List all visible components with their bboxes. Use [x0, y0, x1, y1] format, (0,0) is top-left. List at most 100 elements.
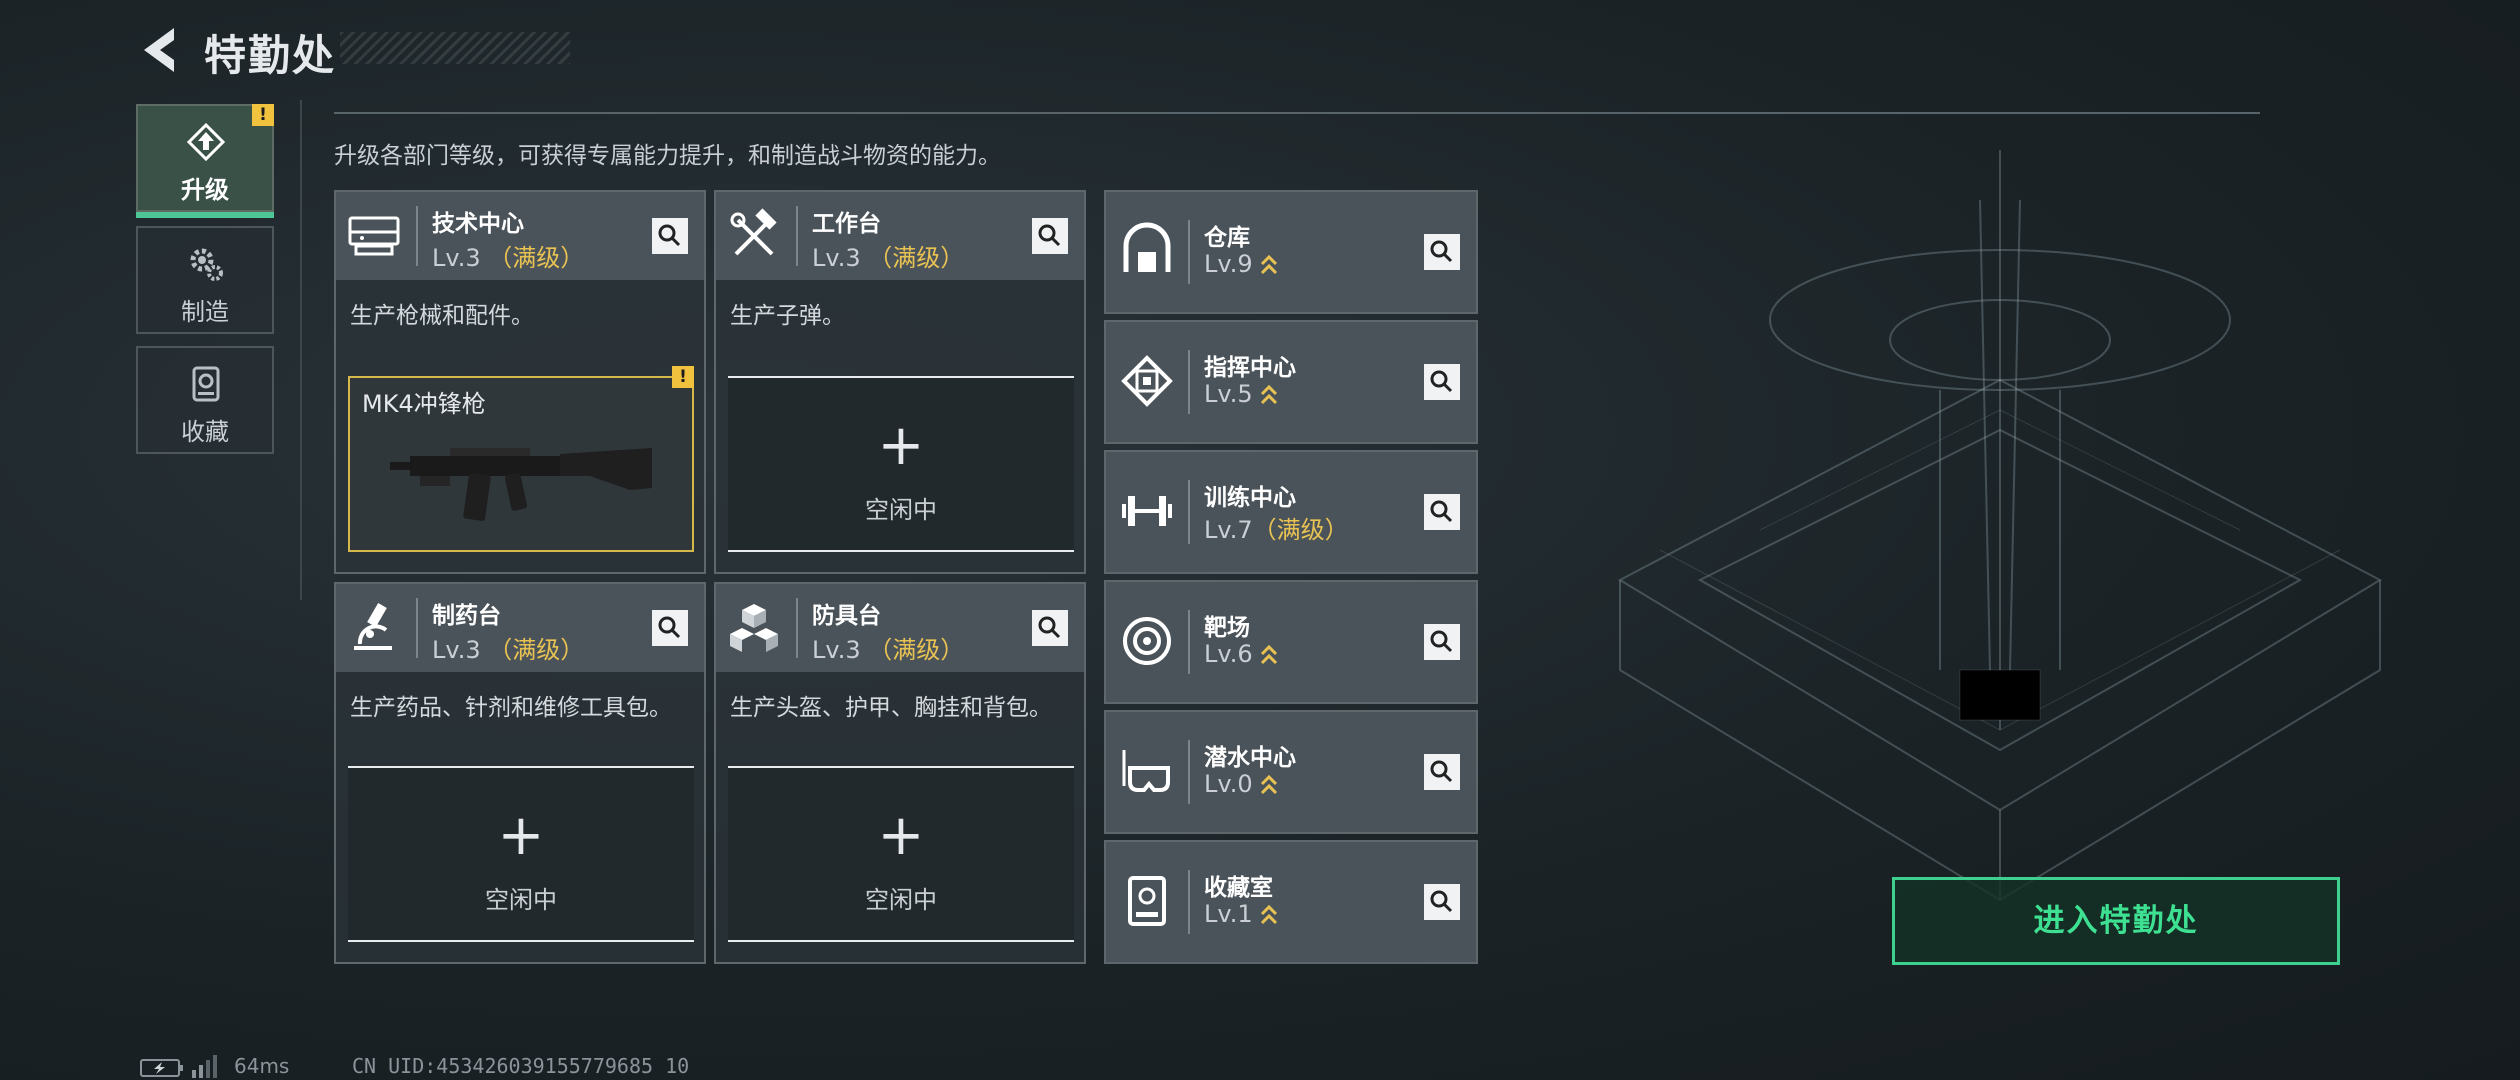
section-description: 升级各部门等级，可获得专属能力提升，和制造战斗物资的能力。: [334, 143, 1001, 169]
building-description: 生产子弹。: [730, 303, 845, 329]
level-value: Lv.3: [432, 636, 481, 664]
facility-level: Lv.0: [1204, 770, 1279, 798]
ping-readout: 64ms: [234, 1054, 290, 1078]
upgrade-available-icon: [1260, 774, 1277, 795]
facility-card-command-center[interactable]: 指挥中心 Lv.5: [1104, 320, 1478, 444]
diving-mask-icon: [1122, 750, 1170, 792]
facility-name: 仓库: [1204, 225, 1250, 251]
crafting-item-name: MK4冲锋枪: [362, 390, 486, 418]
search-icon[interactable]: [652, 610, 688, 646]
max-level-tag: （满级）: [488, 244, 585, 272]
enter-special-ops-button[interactable]: 进入特勤处: [1892, 877, 2340, 965]
search-icon[interactable]: [1424, 364, 1460, 400]
building-description: 生产枪械和配件。: [350, 303, 534, 329]
upgrade-icon: [186, 122, 226, 162]
hammer-wrench-icon: [730, 208, 777, 256]
facility-name: 收藏室: [1204, 875, 1273, 901]
separator: [416, 598, 418, 658]
facility-card-warehouse[interactable]: 仓库 Lv.9: [1104, 190, 1478, 314]
separator: [796, 206, 798, 266]
dumbbell-icon: [1122, 496, 1172, 526]
facility-card-shooting-range[interactable]: 靶场 Lv.6: [1104, 580, 1478, 704]
facility-name: 指挥中心: [1204, 355, 1296, 381]
level-value: Lv.9: [1204, 250, 1253, 278]
microscope-icon: [354, 602, 392, 650]
search-icon[interactable]: [1424, 754, 1460, 790]
search-icon[interactable]: [1032, 218, 1068, 254]
back-arrow-icon[interactable]: [134, 24, 186, 76]
level-value: Lv.1: [1204, 900, 1253, 928]
base-wireframe-scene: [1617, 150, 2383, 902]
building-level: Lv.3 （满级）: [432, 630, 584, 665]
separator: [796, 598, 798, 658]
production-slot-idle[interactable]: + 空闲中: [728, 766, 1074, 942]
search-icon[interactable]: [652, 218, 688, 254]
plus-icon: +: [877, 413, 925, 478]
target-icon: [1123, 617, 1171, 665]
trophy-case-icon: [1128, 876, 1166, 926]
tab-craft-label: 制造: [181, 298, 229, 326]
level-value: Lv.3: [432, 244, 481, 272]
idle-label: 空闲中: [865, 886, 937, 914]
max-level-tag: （满级）: [1252, 516, 1349, 544]
tab-collection-label: 收藏: [181, 418, 229, 446]
collection-icon: [192, 366, 220, 402]
search-icon[interactable]: [1424, 884, 1460, 920]
page-title: 特勤处: [204, 31, 337, 80]
command-chip-icon: [1121, 355, 1173, 407]
battery-icon: [140, 1059, 183, 1077]
enter-button-label: 进入特勤处: [2033, 903, 2199, 939]
facility-name: 训练中心: [1204, 485, 1296, 511]
search-icon[interactable]: [1424, 494, 1460, 530]
building-card-armor-bench[interactable]: 防具台 Lv.3 （满级） 生产头盔、护甲、胸挂和背包。 + 空闲中: [714, 582, 1086, 964]
tab-upgrade-label: 升级: [181, 176, 229, 204]
alert-badge: !: [672, 366, 694, 388]
facility-level: Lv.1: [1204, 900, 1279, 928]
facility-card-diving-center[interactable]: 潜水中心 Lv.0: [1104, 710, 1478, 834]
separator: [1188, 480, 1190, 544]
level-value: Lv.3: [812, 244, 861, 272]
upgrade-available-icon: [1260, 644, 1277, 665]
facility-card-collection-room[interactable]: 收藏室 Lv.1: [1104, 840, 1478, 964]
title-decoration: [340, 32, 570, 64]
building-card-tech-center[interactable]: 技术中心 Lv.3 （满级） 生产枪械和配件。 MK4冲锋枪 !: [334, 190, 706, 574]
search-icon[interactable]: [1424, 624, 1460, 660]
separator: [1188, 870, 1190, 934]
building-level: Lv.3 （满级）: [812, 238, 964, 273]
tab-craft[interactable]: 制造: [136, 226, 274, 334]
level-value: Lv.3: [812, 636, 861, 664]
facility-level: Lv.6: [1204, 640, 1279, 668]
search-icon[interactable]: [1424, 234, 1460, 270]
alert-badge: !: [252, 104, 274, 126]
separator: [1188, 350, 1190, 414]
building-description: 生产头盔、护甲、胸挂和背包。: [730, 695, 1052, 721]
plus-icon: +: [877, 803, 925, 868]
level-value: Lv.7: [1204, 516, 1253, 544]
warehouse-icon: [1123, 222, 1171, 272]
smg-image: [390, 448, 652, 521]
level-value: Lv.5: [1204, 380, 1253, 408]
building-card-pharmacy[interactable]: 制药台 Lv.3 （满级） 生产药品、针剂和维修工具包。 + 空闲中: [334, 582, 706, 964]
building-card-workbench[interactable]: 工作台 Lv.3 （满级） 生产子弹。 + 空闲中: [714, 190, 1086, 574]
separator: [416, 206, 418, 266]
signal-icon: [192, 1055, 217, 1078]
upgrade-available-icon: [1260, 254, 1277, 275]
building-name: 技术中心: [432, 211, 524, 237]
search-icon[interactable]: [1032, 610, 1068, 646]
divider: [300, 100, 302, 600]
production-slot-idle[interactable]: + 空闲中: [348, 766, 694, 942]
tab-upgrade[interactable]: 升级 !: [136, 104, 274, 218]
tech-center-icon: [348, 216, 400, 256]
production-slot-idle[interactable]: + 空闲中: [728, 376, 1074, 552]
facility-card-training-center[interactable]: 训练中心 Lv.7（满级）: [1104, 450, 1478, 574]
upgrade-available-icon: [1260, 904, 1277, 925]
gear-icon: [190, 248, 223, 281]
facility-level: Lv.9: [1204, 250, 1279, 278]
production-slot-busy[interactable]: MK4冲锋枪: [348, 376, 694, 552]
separator: [1188, 740, 1190, 804]
facility-level: Lv.7（满级）: [1204, 510, 1349, 545]
tab-collection[interactable]: 收藏: [136, 346, 274, 454]
user-uid: CN UID:453426039155779685 10: [352, 1054, 690, 1078]
building-level: Lv.3 （满级）: [432, 238, 584, 273]
upgrade-available-icon: [1260, 384, 1277, 405]
